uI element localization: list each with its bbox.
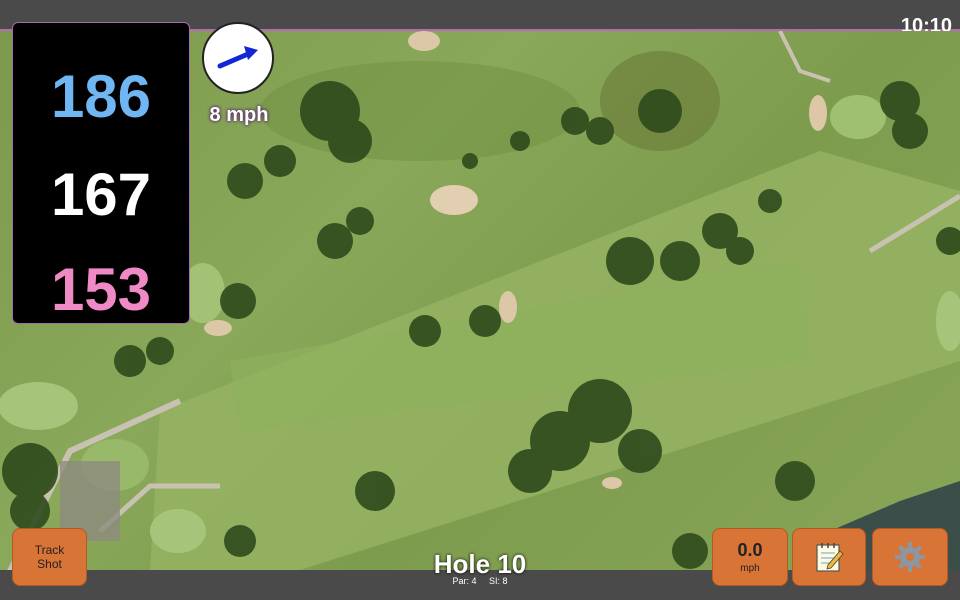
track-shot-label-line1: Track [34,543,65,557]
wind-direction-indicator [202,22,274,94]
stroke-index-label: SI: 8 [489,576,508,586]
par-label: Par: 4 [452,576,477,586]
track-shot-button[interactable]: Track Shot [12,528,87,586]
settings-button[interactable] [872,528,948,586]
notepad-icon [816,543,844,572]
speed-unit: mph [740,563,760,574]
track-shot-label-line2: Shot [37,557,62,571]
front-distance: 153 [50,256,152,323]
middle-distance: 167 [50,161,152,228]
hole-info: Par: 4 SI: 8 [380,576,580,586]
back-distance: 186 [50,63,152,130]
speed-value: 0.0 [737,540,763,560]
wind-speed-label: 8 mph [209,104,269,126]
arrow-northeast-icon [217,46,258,69]
notes-button[interactable] [792,528,866,586]
speed-button[interactable]: 0.0 mph [712,528,788,586]
distance-panel: 186 167 153 [12,22,190,324]
gear-icon [895,542,925,572]
